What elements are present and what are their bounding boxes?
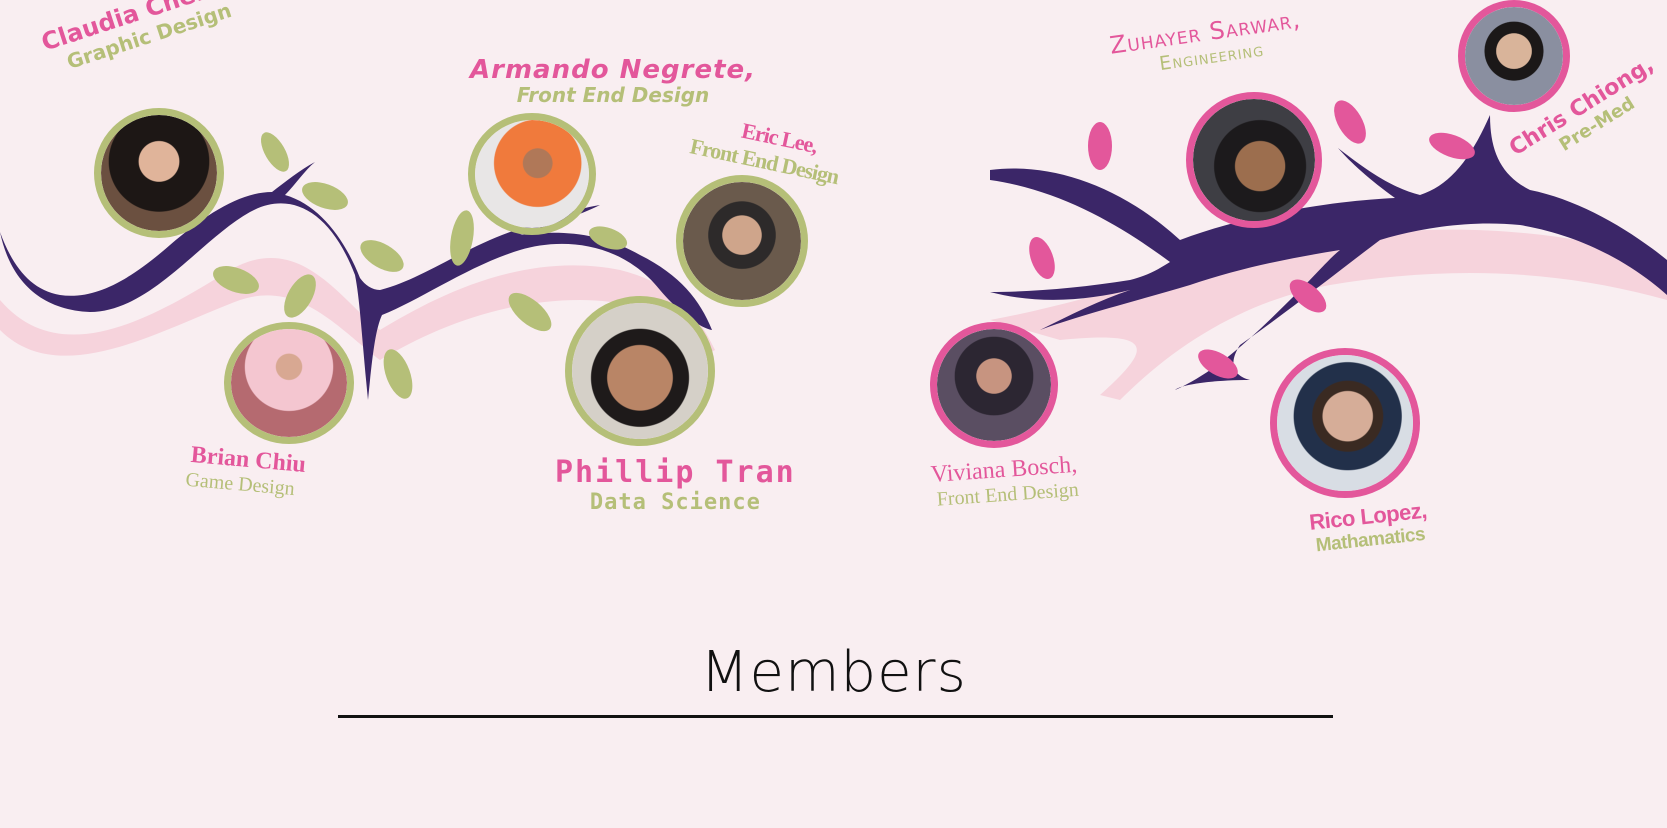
member-name: Armando Negrete, <box>470 55 757 85</box>
photo-viviana <box>937 329 1051 441</box>
photo-eric <box>683 182 801 300</box>
avatar-viviana <box>930 322 1058 448</box>
photo-phillip <box>572 303 708 439</box>
avatar-chris <box>1458 0 1570 112</box>
avatar-phillip <box>565 296 715 446</box>
member-label-phillip: Phillip Tran Data Science <box>555 455 796 515</box>
photo-brian <box>231 329 347 437</box>
member-label-brian: Brian Chiu Game Design <box>185 442 307 502</box>
member-role: Data Science <box>589 490 761 515</box>
member-label-armando: Armando Negrete, Front End Design <box>470 55 756 107</box>
avatar-eric <box>676 175 808 307</box>
avatar-rico <box>1270 348 1420 498</box>
photo-zuhayer <box>1193 99 1315 221</box>
photo-armando <box>475 120 589 228</box>
photo-chris <box>1465 7 1563 105</box>
member-role: Front End Design <box>516 83 710 107</box>
avatar-brian <box>224 322 354 444</box>
avatar-claudia <box>94 108 224 238</box>
avatar-zuhayer <box>1186 92 1322 228</box>
photo-rico <box>1277 355 1413 491</box>
avatar-armando <box>468 113 596 235</box>
member-label-viviana: Viviana Bosch, Front End Design <box>930 452 1080 512</box>
section-title: Members <box>700 640 967 705</box>
title-underline-divider <box>338 715 1333 718</box>
member-name: Phillip Tran <box>555 455 796 490</box>
photo-claudia <box>101 115 217 231</box>
